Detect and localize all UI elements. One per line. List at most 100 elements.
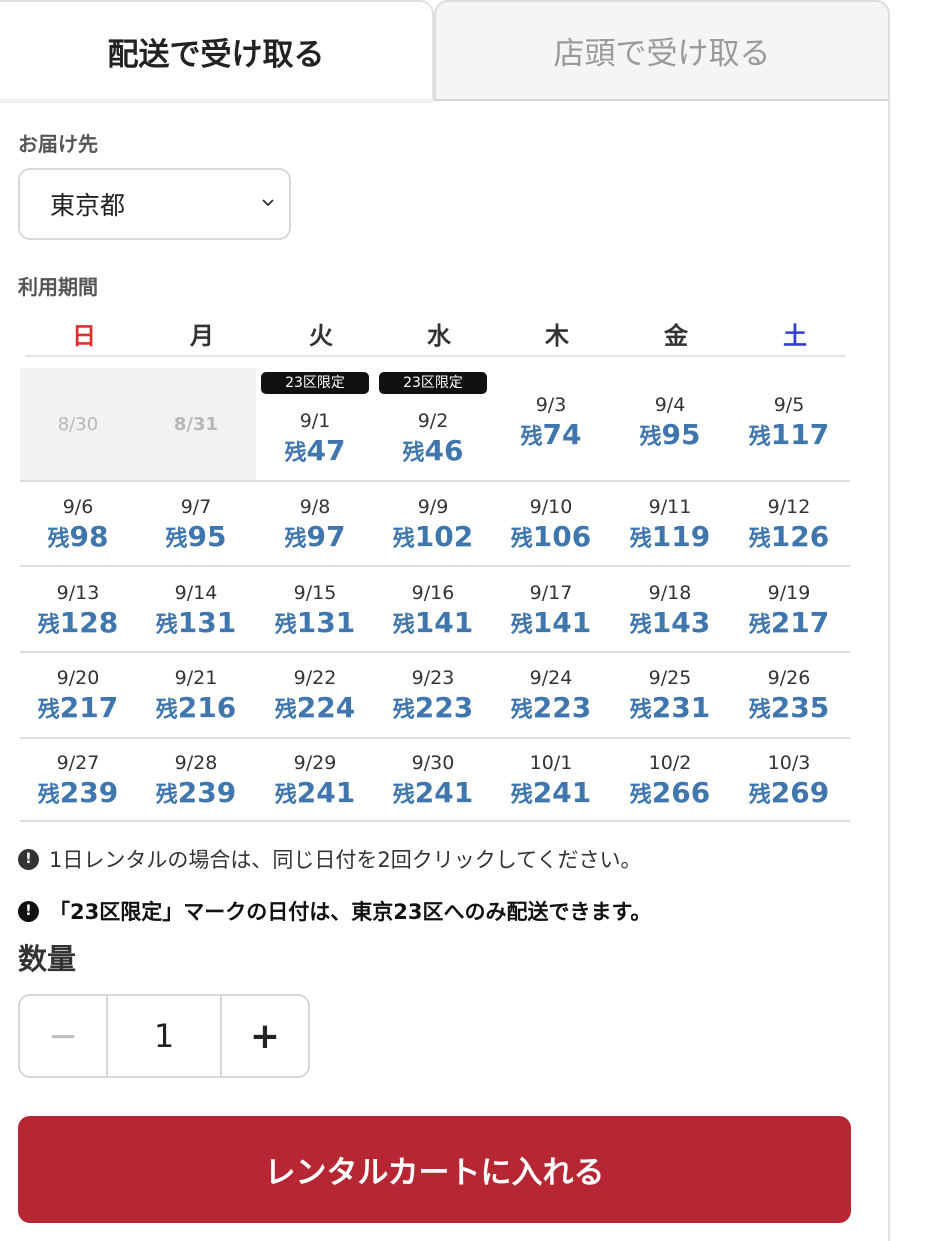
calendar-day[interactable]: 10/1 残241 [492,752,610,814]
stock-prefix: 残 [639,425,662,450]
day-stock: 残217 [19,691,137,729]
calendar-day[interactable]: 9/28 残239 [137,752,255,814]
day-stock: 残141 [492,606,610,644]
day-stock: 残239 [19,776,137,814]
calendar-day[interactable]: 9/19 残217 [730,582,848,644]
calendar-day[interactable]: 9/2 残46 [374,410,492,472]
calendar-day[interactable]: 9/5 残117 [730,394,848,456]
calendar-day[interactable]: 9/6 残98 [19,496,137,558]
stock-prefix: 残 [748,698,771,723]
day-date: 9/17 [529,582,573,604]
quantity-value[interactable]: 1 [108,996,220,1076]
calendar-day[interactable]: 9/24 残223 [492,667,610,729]
calendar-day[interactable]: 9/14 残131 [137,582,255,644]
stock-prefix: 残 [629,698,652,723]
calendar-day[interactable]: 9/10 残106 [492,496,610,558]
calendar-day[interactable]: 10/2 残266 [611,752,729,814]
calendar-day[interactable]: 9/16 残141 [374,582,492,644]
calendar-day[interactable]: 9/8 残97 [256,496,374,558]
calendar-day[interactable]: 9/22 残224 [256,667,374,729]
decrement-button[interactable]: − [20,996,108,1076]
day-stock: 残231 [611,691,729,729]
tokyo23-badge: 23区限定 [261,372,369,394]
stock-count: 98 [69,520,109,553]
weekday-label: 金 [664,322,688,350]
day-date: 9/4 [654,394,686,416]
day-stock: 残224 [256,691,374,729]
day-stock: 残266 [611,776,729,814]
stock-prefix: 残 [37,783,60,808]
chevron-down-icon [262,199,274,207]
day-date: 10/3 [767,752,811,774]
calendar-row-divider [20,737,850,739]
calendar-day[interactable]: 9/17 残141 [492,582,610,644]
day-date: 9/21 [174,667,218,689]
calendar-day[interactable]: 9/23 残223 [374,667,492,729]
calendar-day[interactable]: 9/13 残128 [19,582,137,644]
stock-count: 239 [59,776,119,809]
stock-count: 47 [306,434,346,467]
calendar-day[interactable]: 9/3 残74 [492,394,610,456]
tab-delivery[interactable]: 配送で受け取る [0,0,434,101]
day-stock: 残143 [611,606,729,644]
stock-count: 239 [177,776,237,809]
stock-count: 241 [296,776,356,809]
day-date: 9/9 [417,496,449,518]
note-one-day: ! 1日レンタルの場合は、同じ日付を2回クリックしてください。 [18,844,641,874]
weekday-label: 土 [783,322,807,350]
calendar-day[interactable]: 9/29 残241 [256,752,374,814]
day-stock: 残95 [137,520,255,558]
destination-select[interactable]: 東京都 [18,168,291,240]
calendar-day[interactable]: 9/11 残119 [611,496,729,558]
calendar-day[interactable]: 9/26 残235 [730,667,848,729]
stock-count: 102 [414,520,474,553]
day-stock: 残239 [137,776,255,814]
calendar-day[interactable]: 9/25 残231 [611,667,729,729]
day-stock: 残126 [730,520,848,558]
day-date: 9/28 [174,752,218,774]
period-label: 利用期間 [18,275,98,299]
stock-prefix: 残 [274,783,297,808]
stock-count: 217 [59,691,119,724]
day-date: 9/24 [529,667,573,689]
stock-prefix: 残 [748,613,771,638]
stock-prefix: 残 [510,527,533,552]
day-date: 9/8 [299,496,331,518]
stock-prefix: 残 [510,613,533,638]
stock-count: 224 [296,691,356,724]
stock-prefix: 残 [748,527,771,552]
day-date: 9/20 [56,667,100,689]
calendar-day[interactable]: 9/7 残95 [137,496,255,558]
calendar-day[interactable]: 9/12 残126 [730,496,848,558]
calendar-day[interactable]: 9/27 残239 [19,752,137,814]
calendar-day[interactable]: 9/4 残95 [611,394,729,456]
day-date: 9/6 [62,496,94,518]
calendar-day[interactable]: 9/20 残217 [19,667,137,729]
calendar-day[interactable]: 9/9 残102 [374,496,492,558]
calendar-day-disabled: 8/30 [19,414,137,436]
calendar-day[interactable]: 9/21 残216 [137,667,255,729]
calendar-day[interactable]: 9/30 残241 [374,752,492,814]
increment-button[interactable]: + [220,996,308,1076]
day-date: 9/10 [529,496,573,518]
day-date: 9/23 [411,667,455,689]
stock-count: 46 [424,434,464,467]
day-stock: 残131 [137,606,255,644]
add-to-rental-cart-button[interactable]: レンタルカートに入れる [18,1116,851,1223]
weekday-divider [25,355,845,357]
stock-prefix: 残 [748,425,771,450]
stock-count: 95 [661,418,701,451]
stock-prefix: 残 [629,527,652,552]
calendar-day[interactable]: 9/18 残143 [611,582,729,644]
day-date: 9/29 [293,752,337,774]
stock-count: 231 [651,691,711,724]
stock-count: 241 [532,776,592,809]
tab-store-pickup[interactable]: 店頭で受け取る [434,0,890,101]
note-23ku: ! 「23区限定」マークの日付は、東京23区へのみ配送できます。 [18,896,651,926]
calendar-day[interactable]: 10/3 残269 [730,752,848,814]
stock-count: 119 [651,520,711,553]
calendar-day[interactable]: 9/1 残47 [256,410,374,472]
stock-count: 141 [414,606,474,639]
calendar-day[interactable]: 9/15 残131 [256,582,374,644]
day-stock: 残235 [730,691,848,729]
